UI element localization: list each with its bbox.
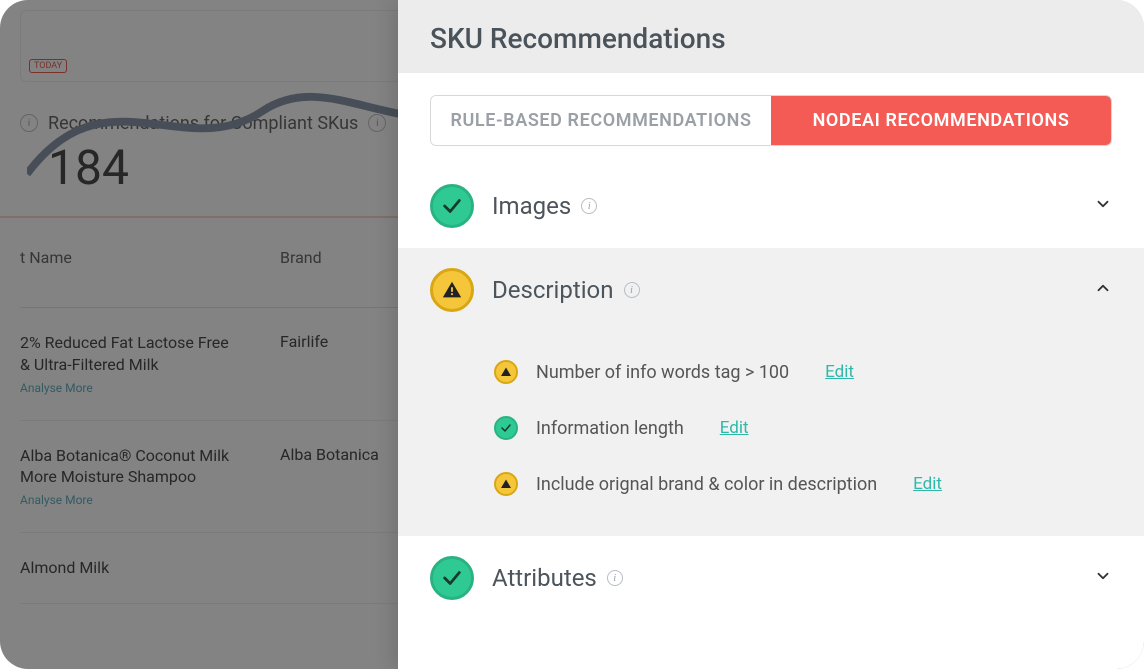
accordion-title: Attributes (492, 564, 597, 592)
check-row: Number of info words tag > 100 Edit (494, 344, 1112, 400)
check-row: Include orignal brand & color in descrip… (494, 456, 1112, 512)
accordion-item-images: Images (398, 164, 1144, 248)
accordion-header-images[interactable]: Images (398, 164, 1144, 248)
warning-icon (494, 360, 518, 384)
recommendation-tabs: RULE-BASED RECOMMENDATIONS NODEAI RECOMM… (430, 95, 1112, 146)
check-row: Information length Edit (494, 400, 1112, 456)
accordion-body-description: Number of info words tag > 100 Edit Info… (398, 332, 1144, 536)
accordion-header-attributes[interactable]: Attributes (398, 536, 1144, 620)
chevron-up-icon (1094, 279, 1112, 301)
panel-header: SKU Recommendations (398, 0, 1144, 73)
panel-title: SKU Recommendations (430, 22, 1112, 55)
accordion-title: Description (492, 276, 614, 304)
accordion-item-description: Description Number of info words tag > 1… (398, 248, 1144, 536)
check-icon (430, 184, 474, 228)
info-icon[interactable] (581, 198, 597, 214)
accordion-item-attributes: Attributes (398, 536, 1144, 620)
info-icon[interactable] (624, 282, 640, 298)
tab-rule-based[interactable]: RULE-BASED RECOMMENDATIONS (431, 96, 771, 145)
warning-icon (494, 472, 518, 496)
edit-link[interactable]: Edit (825, 362, 854, 382)
check-label: Number of info words tag > 100 (536, 362, 789, 383)
edit-link[interactable]: Edit (913, 474, 942, 494)
tab-nodeai[interactable]: NODEAI RECOMMENDATIONS (771, 96, 1111, 145)
edit-link[interactable]: Edit (720, 418, 749, 438)
warning-icon (430, 268, 474, 312)
accordion-title: Images (492, 192, 571, 220)
info-icon[interactable] (607, 570, 623, 586)
check-icon (430, 556, 474, 600)
check-icon (494, 416, 518, 440)
chevron-down-icon (1094, 195, 1112, 217)
accordion-header-description[interactable]: Description (398, 248, 1144, 332)
sku-recommendations-panel: SKU Recommendations RULE-BASED RECOMMEND… (398, 0, 1144, 669)
check-label: Information length (536, 418, 684, 439)
chevron-down-icon (1094, 567, 1112, 589)
check-label: Include orignal brand & color in descrip… (536, 474, 877, 495)
